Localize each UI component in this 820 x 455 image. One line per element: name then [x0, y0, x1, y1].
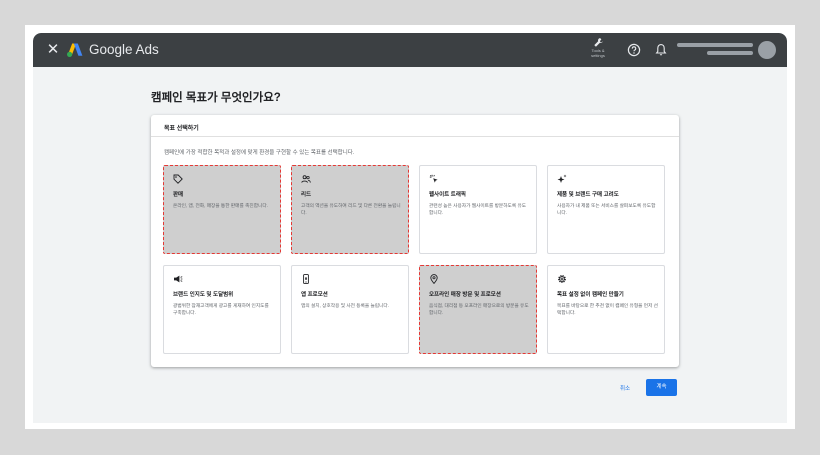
account-id-placeholder [707, 51, 753, 55]
goal-option-name: 웹사이트 트래픽 [429, 192, 466, 198]
phone-icon [303, 274, 309, 284]
close-icon[interactable]: ✕ [44, 41, 62, 59]
goal-option-website-traffic[interactable]: 웹사이트 트래픽 관련성 높은 사용자가 웹사이트를 방문하도록 유도합니다. [419, 165, 537, 254]
app-title: Google Ads [89, 42, 159, 57]
goal-option-description: 고객의 액션을 유도하여 리드 및 다른 전환을 늘립니다. [301, 203, 401, 215]
google-ads-logo-icon [67, 43, 83, 57]
help-icon[interactable] [626, 42, 642, 58]
cancel-button[interactable]: 취소 [616, 382, 634, 396]
goal-option-name: 브랜드 인지도 및 도달범위 [173, 292, 234, 298]
goal-option-name: 오프라인 매장 방문 및 프로모션 [429, 292, 501, 298]
goal-option-description: 음식점, 대리점 등 오프라인 매장으로의 방문을 유도합니다. [429, 303, 529, 315]
goal-option-name: 앱 프로모션 [301, 292, 328, 298]
location-pin-icon [430, 274, 438, 284]
megaphone-icon [174, 275, 183, 283]
goal-selection-card: 목표 선택하기 캠페인에 가장 적합한 목적과 설정에 맞게 환경을 구현할 수… [151, 115, 679, 367]
card-header: 목표 선택하기 [151, 115, 679, 137]
goal-option-description: 앱의 설치, 상호작용 및 사전 등록을 늘립니다. [301, 303, 390, 308]
account-switcher[interactable] [677, 41, 777, 59]
goal-option-name: 판매 [173, 192, 184, 198]
avatar[interactable] [758, 41, 776, 59]
continue-button[interactable]: 계속 [646, 379, 677, 396]
people-icon [301, 175, 311, 183]
goal-option-sales[interactable]: 판매 온라인, 앱, 전화, 매장을 통한 판매를 촉진합니다. [163, 165, 281, 254]
goal-option-offline-store-visits[interactable]: 오프라인 매장 방문 및 프로모션 음식점, 대리점 등 오프라인 매장으로의 … [419, 265, 537, 354]
goal-option-brand-awareness[interactable]: 브랜드 인지도 및 도달범위 광범위한 잠재고객에게 광고를 게재하여 인지도를… [163, 265, 281, 354]
sparkle-icon [557, 174, 567, 183]
goal-option-no-goal[interactable]: 목표 설정 없이 캠페인 만들기 목표를 바탕으로 한 추천 없이 캠페인 유형… [547, 265, 665, 354]
gear-icon [558, 275, 566, 283]
top-bar: ✕ Google Ads Tools & settings [33, 33, 787, 67]
card-description: 캠페인에 가장 적합한 목적과 설정에 맞게 환경을 구현할 수 있는 목표를 … [164, 150, 355, 156]
google-ads-window: ✕ Google Ads Tools & settings 캠페인 목표가 무엇… [33, 33, 787, 423]
goal-option-consideration[interactable]: 제품 및 브랜드 구매 고려도 사용자가 내 제품 또는 서비스를 살펴보도록 … [547, 165, 665, 254]
wrench-icon [593, 38, 603, 47]
goal-option-description: 관련성 높은 사용자가 웹사이트를 방문하도록 유도합니다. [429, 203, 527, 215]
goal-option-name: 리드 [301, 192, 312, 198]
goal-option-description: 광범위한 잠재고객에게 광고를 게재하여 인지도를 구축합니다. [173, 303, 269, 315]
goal-option-name: 제품 및 브랜드 구매 고려도 [557, 192, 619, 198]
notifications-bell-icon[interactable] [653, 42, 669, 58]
page-title: 캠페인 목표가 무엇인가요? [151, 92, 281, 104]
goal-option-description: 사용자가 내 제품 또는 서비스를 살펴보도록 유도합니다. [557, 203, 656, 215]
goal-option-description: 온라인, 앱, 전화, 매장을 통한 판매를 촉진합니다. [173, 203, 268, 208]
card-title: 목표 선택하기 [164, 126, 199, 132]
cursor-click-icon [429, 174, 438, 183]
goal-option-app-promotion[interactable]: 앱 프로모션 앱의 설치, 상호작용 및 사전 등록을 늘립니다. [291, 265, 409, 354]
account-name-placeholder [677, 43, 753, 47]
goal-option-name: 목표 설정 없이 캠페인 만들기 [557, 292, 624, 298]
goal-option-leads[interactable]: 리드 고객의 액션을 유도하여 리드 및 다른 전환을 늘립니다. [291, 165, 409, 254]
goal-option-description: 목표를 바탕으로 한 추천 없이 캠페인 유형을 먼저 선택합니다. [557, 303, 658, 315]
tools-settings-label: Tools & settings [591, 48, 605, 58]
tag-icon [173, 174, 183, 184]
tools-settings-button[interactable]: Tools & settings [586, 37, 610, 63]
